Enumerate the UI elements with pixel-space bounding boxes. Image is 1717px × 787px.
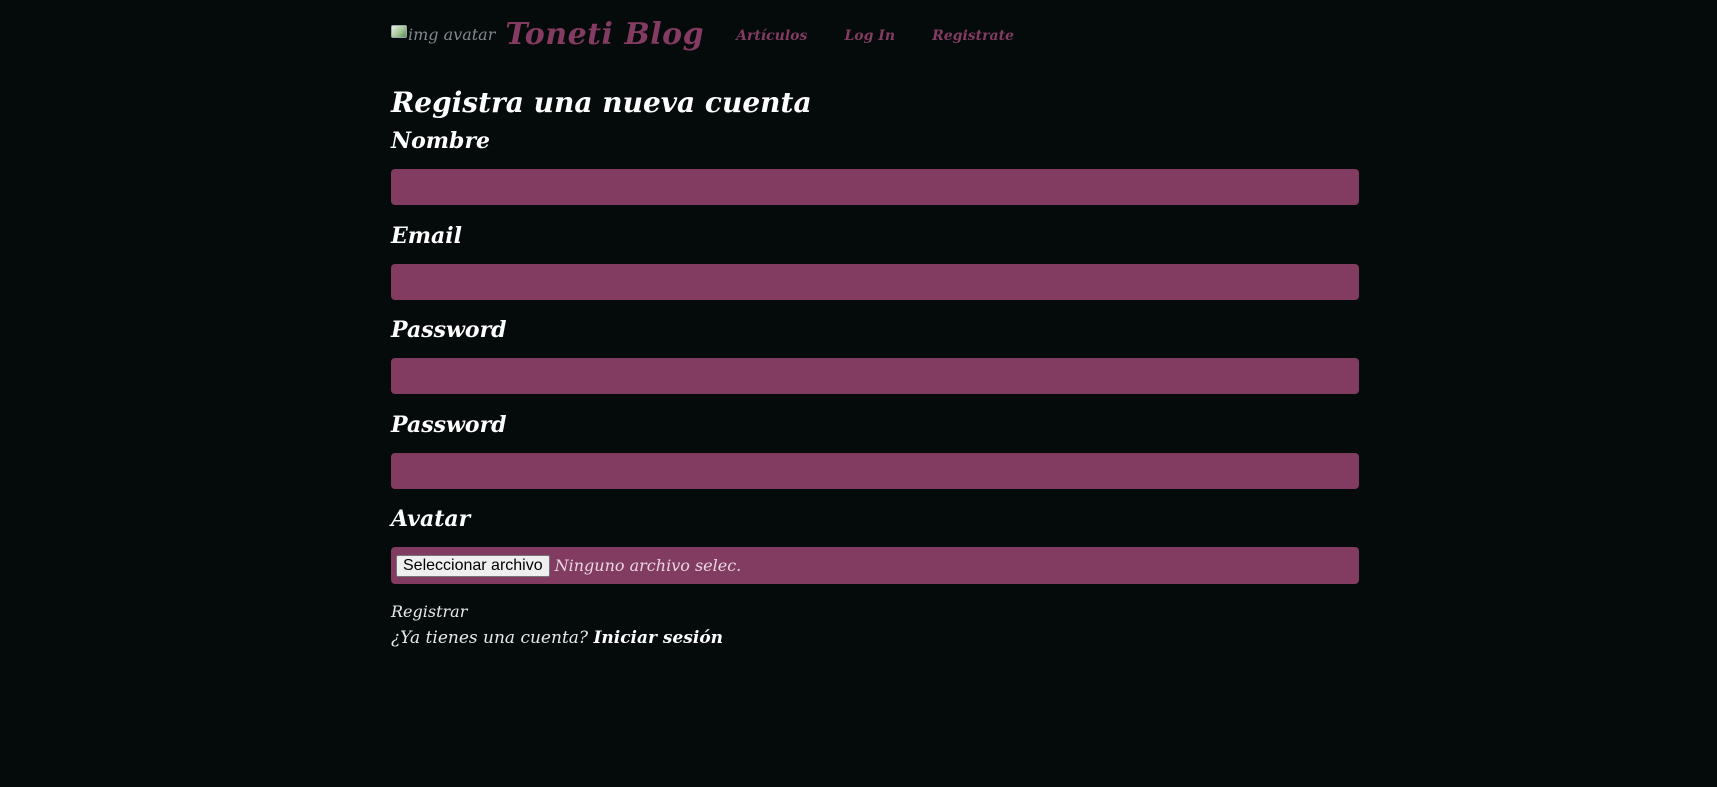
nav-item-registrate[interactable]: Registrate — [932, 28, 1014, 44]
avatar[interactable]: img avatar — [391, 24, 496, 44]
avatar-label: Avatar — [391, 506, 471, 532]
choose-file-button[interactable]: Seleccionar archivo — [396, 554, 550, 577]
avatar-alt-text: img avatar — [408, 24, 496, 44]
avatar-file-input[interactable]: Seleccionar archivo Ninguno archivo sele… — [391, 547, 1359, 584]
nav-item-login[interactable]: Log In — [844, 28, 895, 44]
brand-title[interactable]: Toneti Blog — [505, 17, 704, 52]
site-header: img avatar Toneti Blog Artículos Log In … — [391, 14, 1046, 54]
login-prompt: ¿Ya tienes una cuenta? Iniciar sesión — [391, 628, 723, 648]
main-nav: Artículos Log In Registrate — [736, 25, 1046, 44]
password-label: Password — [391, 317, 507, 343]
login-link[interactable]: Iniciar sesión — [593, 628, 723, 648]
email-input[interactable] — [391, 264, 1359, 300]
nombre-input[interactable] — [391, 169, 1359, 205]
password-input[interactable] — [391, 358, 1359, 394]
page-title: Registra una nueva cuenta — [391, 86, 812, 119]
register-button[interactable]: Registrar — [391, 602, 467, 621]
password-confirm-label: Password — [391, 412, 507, 438]
broken-image-icon — [391, 24, 407, 38]
nav-item-articulos[interactable]: Artículos — [736, 28, 807, 44]
password-confirm-input[interactable] — [391, 453, 1359, 489]
email-label: Email — [391, 223, 463, 249]
nombre-label: Nombre — [391, 128, 491, 154]
login-prompt-text: ¿Ya tienes una cuenta? — [391, 628, 589, 648]
file-status-text: Ninguno archivo selec. — [554, 556, 742, 575]
